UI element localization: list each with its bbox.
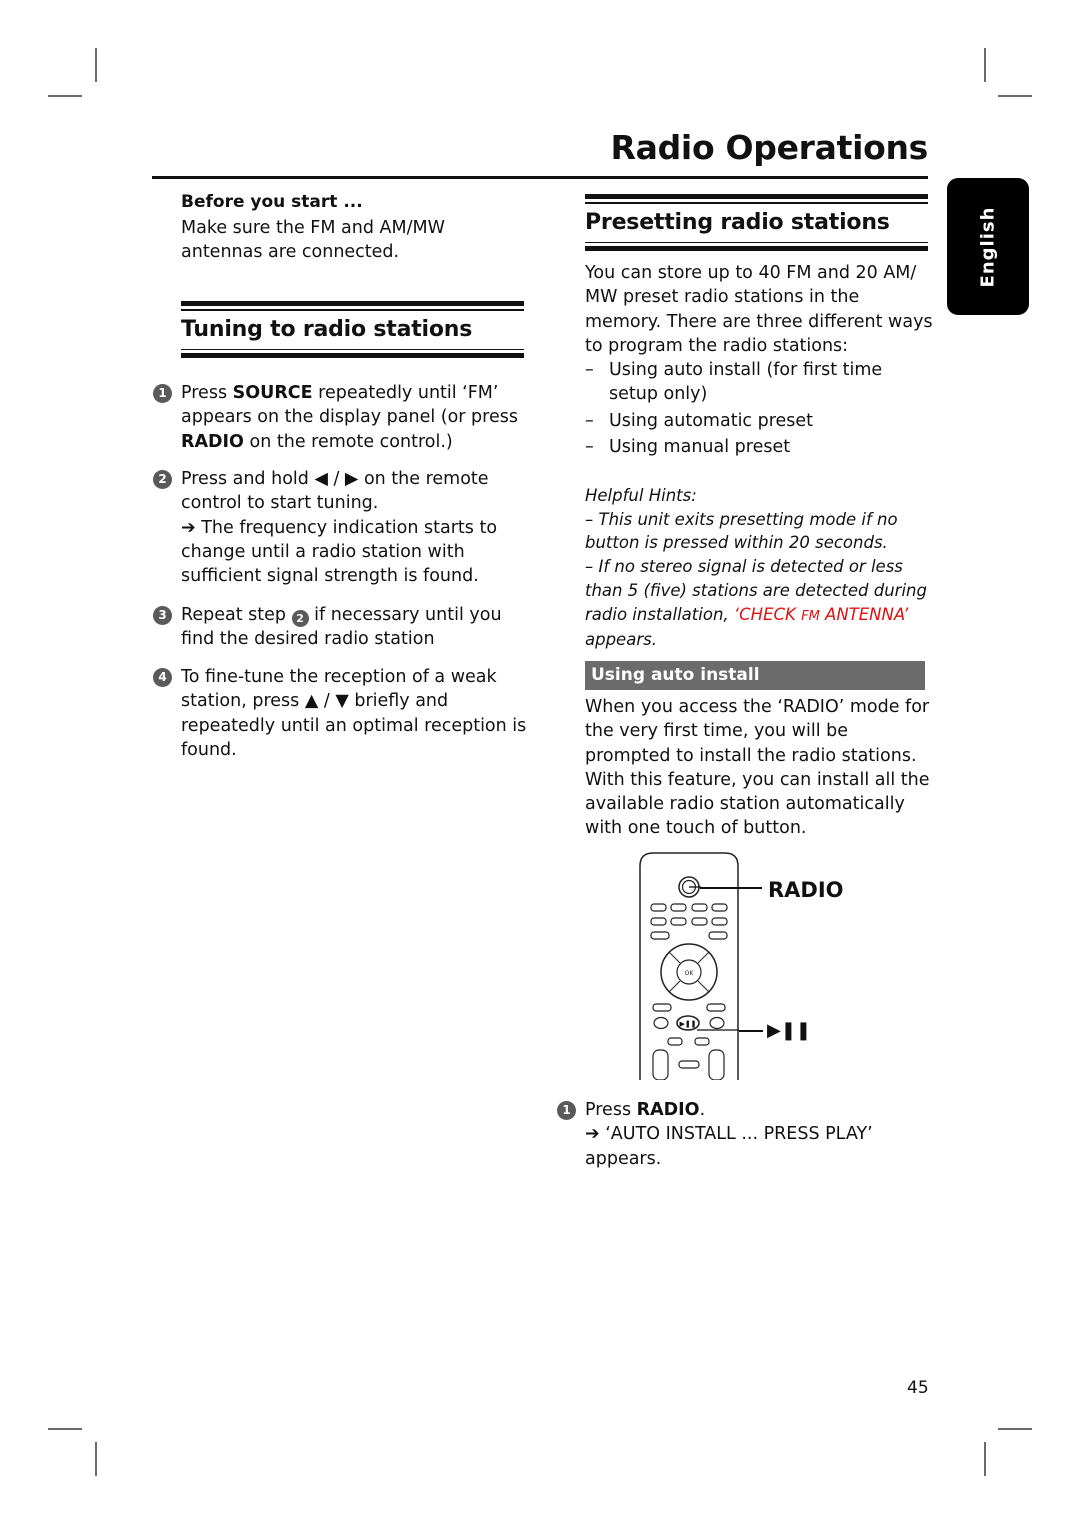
helpful-hints: Helpful Hints: – This unit exits presett… xyxy=(585,484,935,652)
step-number-badge: 2 xyxy=(153,470,172,489)
crop-mark xyxy=(48,95,82,97)
tuning-step-3: 3 Repeat step 2 if necessary until you f… xyxy=(153,603,528,652)
heading-rule xyxy=(181,348,524,350)
tuning-step-1: 1 Press SOURCE repeatedly until ‘FM’ app… xyxy=(153,381,528,454)
title-rule xyxy=(152,176,928,179)
crop-mark xyxy=(48,1428,82,1430)
step-result: The frequency indication starts to chang… xyxy=(181,517,498,587)
step-text: on the remote control.) xyxy=(243,431,453,452)
step-number-badge: 3 xyxy=(153,606,172,625)
list-item: Using automatic preset xyxy=(585,409,935,434)
hint-quote: ’ xyxy=(902,604,909,624)
source-button-label: SOURCE xyxy=(232,383,313,403)
step-text: Press xyxy=(585,1100,637,1120)
arrow-icon: ➔ xyxy=(181,517,196,538)
hint-warning-text: FM xyxy=(801,608,820,624)
tuning-section-header: Tuning to radio stations xyxy=(181,301,524,358)
heading-rule xyxy=(585,246,928,251)
auto-install-step-1: 1 Press RADIO. ➔ ‘AUTO INSTALL ... PRESS… xyxy=(557,1098,917,1171)
radio-callout-line xyxy=(700,887,762,889)
presetting-intro: You can store up to 40 FM and 20 AM/ MW … xyxy=(585,263,933,356)
heading-rule xyxy=(585,241,928,243)
step-text: To fine-tune the reception of a weak sta… xyxy=(181,667,527,760)
heading-rule xyxy=(181,353,524,358)
radio-button-label: RADIO xyxy=(181,431,244,452)
language-tab-label: English xyxy=(977,206,999,287)
tuning-heading: Tuning to radio stations xyxy=(181,316,473,342)
hint-warning-text: ANTENNA xyxy=(819,604,903,624)
language-tab: English xyxy=(947,178,1029,315)
step-text: Repeat step xyxy=(181,605,292,625)
hint-text: appears. xyxy=(585,630,657,650)
svg-text:▶❚❚: ▶❚❚ xyxy=(679,1020,696,1028)
step-text: . xyxy=(699,1100,706,1120)
list-item: Using auto install (for first time setup… xyxy=(585,358,935,407)
list-item: Using manual preset xyxy=(585,435,935,460)
auto-install-body: When you access the ‘RADIO’ mode for the… xyxy=(585,697,930,839)
svg-text:OK: OK xyxy=(685,970,695,977)
radio-button-label: RADIO xyxy=(636,1100,700,1120)
heading-rule xyxy=(181,301,524,306)
before-start-body: Make sure the FM and AM/MW antennas are … xyxy=(181,218,445,263)
tuning-step-2: 2 Press and hold ◀ / ▶ on the remote con… xyxy=(153,467,528,588)
play-pause-callout-icon: ▶❚❚ xyxy=(767,1020,812,1041)
step-number-badge: 1 xyxy=(557,1101,576,1120)
crop-mark xyxy=(998,95,1032,97)
hints-title: Helpful Hints: xyxy=(585,486,697,505)
crop-mark xyxy=(998,1428,1032,1430)
step-text: Press and hold ◀ / ▶ on the remote contr… xyxy=(181,469,489,514)
arrow-icon: ➔ xyxy=(585,1124,600,1145)
presetting-section-header: Presetting radio stations xyxy=(585,194,928,251)
step-number-badge: 4 xyxy=(153,668,172,687)
crop-mark xyxy=(984,48,986,82)
page-number: 45 xyxy=(907,1378,929,1398)
hint-item: – If no stereo signal is detected or les… xyxy=(585,555,935,652)
presetting-body: You can store up to 40 FM and 20 AM/ MW … xyxy=(585,261,935,460)
before-start-title: Before you start ... xyxy=(181,192,363,212)
heading-rule xyxy=(585,194,928,199)
page-title: Radio Operations xyxy=(610,128,929,167)
step-result: ‘AUTO INSTALL ... PRESS PLAY’ appears. xyxy=(585,1124,873,1169)
presetting-heading: Presetting radio stations xyxy=(585,209,890,235)
tuning-step-4: 4 To fine-tune the reception of a weak s… xyxy=(153,665,528,762)
radio-callout-label: RADIO xyxy=(768,878,844,902)
preset-methods-list: Using auto install (for first time setup… xyxy=(585,358,935,459)
play-callout-line xyxy=(739,1030,763,1032)
navigation-ring: OK xyxy=(660,943,718,1001)
step-text: Press xyxy=(181,383,233,403)
hint-item: – This unit exits presetting mode if no … xyxy=(585,509,898,553)
auto-install-subheading: Using auto install xyxy=(585,661,925,690)
crop-mark xyxy=(95,48,97,82)
crop-mark xyxy=(95,1442,97,1476)
step-reference-badge: 2 xyxy=(291,610,309,627)
hint-warning-text: CHECK xyxy=(739,604,802,624)
step-number-badge: 1 xyxy=(153,384,172,403)
crop-mark xyxy=(984,1442,986,1476)
